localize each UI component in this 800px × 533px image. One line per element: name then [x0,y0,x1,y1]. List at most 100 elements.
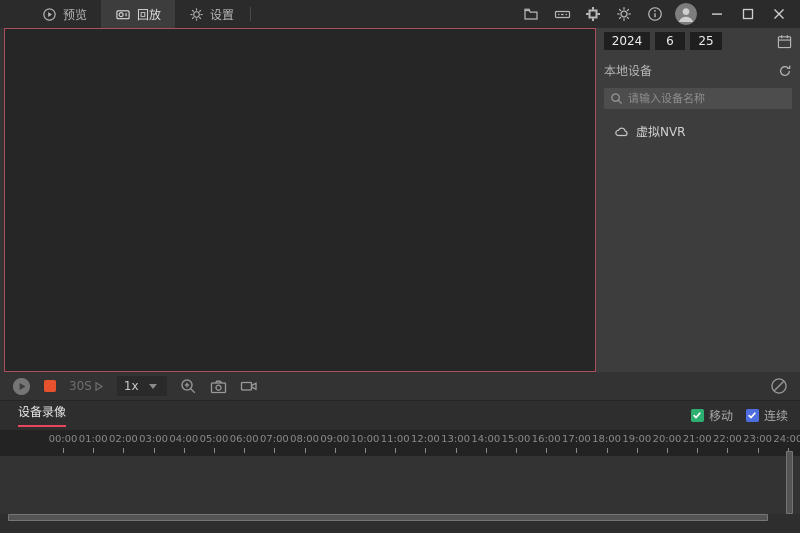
timeline-ruler[interactable]: 00:00 01:00 02:00 03:00 04:00 05:00 06:00 07:00… [0,430,800,456]
timeline-tick [516,448,517,453]
timeline-hour-label: 01:00 [78,434,108,445]
device-search[interactable] [604,88,792,109]
speed-value: 1x [123,379,139,393]
timeline-tick [636,448,638,453]
timeline-tick [485,448,487,453]
record-video-icon[interactable] [240,379,258,393]
timeline-tick [425,448,427,453]
device-tree-item-nvr[interactable]: 虚拟NVR [604,123,792,140]
tab-preview-label: 预览 [63,7,88,22]
skip-triangle-icon [94,381,104,392]
minimize-button[interactable] [706,3,728,25]
search-icon [610,92,623,105]
timeline-hour-label: 10:00 [350,434,380,445]
nvr-cloud-icon [614,125,630,138]
timeline-tick [455,448,457,453]
filter-motion[interactable]: 移动 [690,407,733,424]
maximize-button[interactable] [737,3,759,25]
search-input[interactable] [628,92,786,105]
tab-preview[interactable]: 预览 [28,0,101,28]
gear-icon [189,7,204,22]
record-filters: 移动 连续 [690,407,788,424]
timeline-hour-label: 07:00 [259,434,289,445]
tab-settings[interactable]: 设置 [175,0,248,28]
record-timeline-panel: 设备录像 移动 连续 00:00 01:00 02:00 03:00 04:00 05:0… [0,400,800,533]
motion-checkbox[interactable] [690,408,704,422]
month-input[interactable]: 6 [655,32,685,50]
timeline-hour-label: 23:00 [743,434,773,445]
timeline-hour-label: 04:00 [169,434,199,445]
timeline-tick [667,448,668,453]
stop-button[interactable] [44,380,56,392]
year-input[interactable]: 2024 [604,32,650,50]
timeline-hour-label: 15:00 [501,434,531,445]
timeline-tick [123,448,125,453]
timeline-hour-label: 09:00 [320,434,350,445]
timeline-hour-label: 00:00 [48,434,78,445]
timeline-tick [214,448,215,453]
timeline-tick [244,448,246,453]
timeline-tick [93,448,95,453]
user-avatar[interactable] [675,3,697,25]
skip-30s-button[interactable]: 30S [69,379,104,393]
info-icon[interactable] [644,3,666,25]
settings-gear-icon[interactable] [613,3,635,25]
skip-30s-label: 30S [69,379,92,393]
disable-all-icon[interactable] [770,377,788,395]
tab-playback-label: 回放 [137,7,162,22]
nvr-playback-window: { "topbar": { "tabs": [ { "label": "预览" … [0,0,800,533]
tab-playback[interactable]: 回放 [101,0,176,28]
record-tab-row: 设备录像 移动 连续 [0,401,800,429]
timeline-hour-label: 21:00 [682,434,712,445]
filter-motion-label: 移动 [708,408,733,423]
timeline-tick [727,448,729,453]
local-device-label: 本地设备 [604,64,653,78]
tab-settings-label: 设置 [210,7,235,22]
tabs-divider [250,7,252,21]
day-input[interactable]: 25 [690,32,722,50]
timeline-hour-label: 19:00 [622,434,652,445]
play-button[interactable] [12,377,31,396]
preview-play-icon [42,7,57,22]
continuous-checkbox[interactable] [745,408,759,422]
close-button[interactable] [768,3,790,25]
timeline-tick [304,448,306,453]
timeline-hour-label: 08:00 [290,434,320,445]
snapshot-camera-icon[interactable] [210,379,227,394]
keyboard-icon[interactable] [551,3,573,25]
timeline-track-area[interactable] [0,456,800,514]
refresh-icon[interactable] [778,64,792,78]
filter-continuous[interactable]: 连续 [745,407,788,424]
timeline-tick [395,448,397,453]
timeline-hour-label: 14:00 [471,434,501,445]
timeline-hour-label: 06:00 [229,434,259,445]
timeline-hour-label: 24:00 [773,434,800,445]
zoom-in-icon[interactable] [180,378,197,395]
tab-device-recording[interactable]: 设备录像 [18,403,67,427]
timeline-tick [365,448,366,453]
speed-dropdown[interactable]: 1x [116,376,167,396]
topbar-actions [520,0,800,28]
filter-continuous-label: 连续 [763,408,788,423]
screen-wall-icon[interactable] [582,3,604,25]
vertical-scrollbar[interactable] [786,451,793,514]
timeline-tick [63,448,64,453]
video-playback-area[interactable] [4,28,596,372]
timeline-hour-label: 17:00 [561,434,591,445]
timeline-tick [274,448,276,453]
calendar-icon[interactable] [777,34,792,49]
main-tabs: 预览 回放 设置 [28,0,252,28]
device-name: 虚拟NVR [636,125,686,139]
timeline-hour-label: 20:00 [652,434,682,445]
timeline-hour-label: 12:00 [410,434,440,445]
local-device-row: 本地设备 [604,62,792,79]
timeline-tick [183,448,185,453]
timeline-hour-label: 05:00 [199,434,229,445]
timeline-tick [697,448,699,453]
timeline-hour-label: 16:00 [531,434,561,445]
horizontal-scrollbar[interactable] [8,514,768,521]
folder-icon[interactable] [520,3,542,25]
timeline-tick [153,448,155,453]
timeline-tick [546,448,548,453]
timeline-hour-label: 22:00 [712,434,742,445]
